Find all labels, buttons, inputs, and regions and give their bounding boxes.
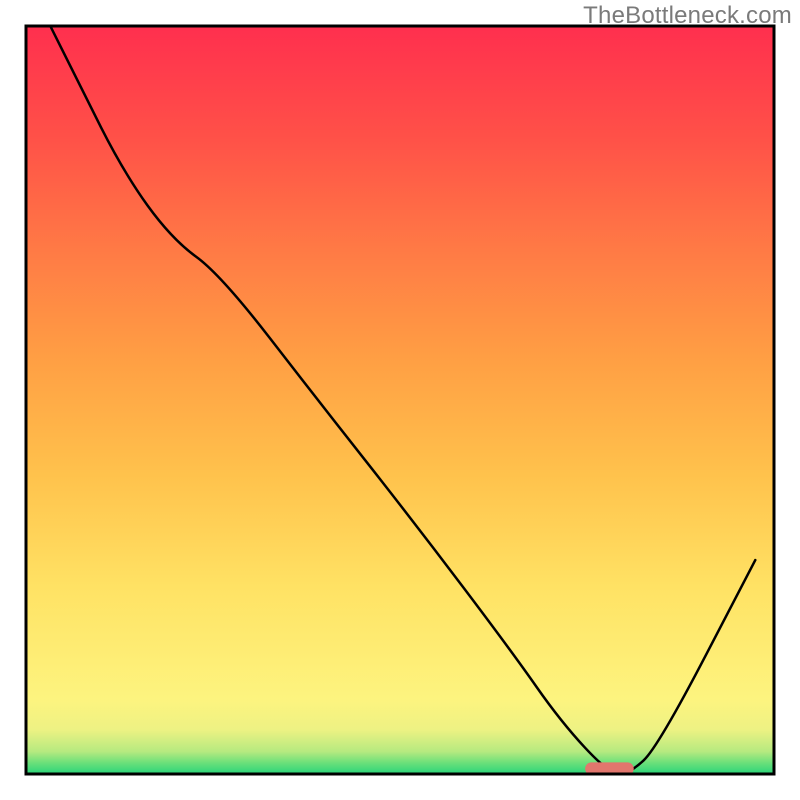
watermark-label: TheBottleneck.com [583, 2, 792, 30]
bottleneck-chart [0, 0, 800, 800]
chart-container: TheBottleneck.com [0, 0, 800, 800]
plot-background [26, 26, 774, 774]
